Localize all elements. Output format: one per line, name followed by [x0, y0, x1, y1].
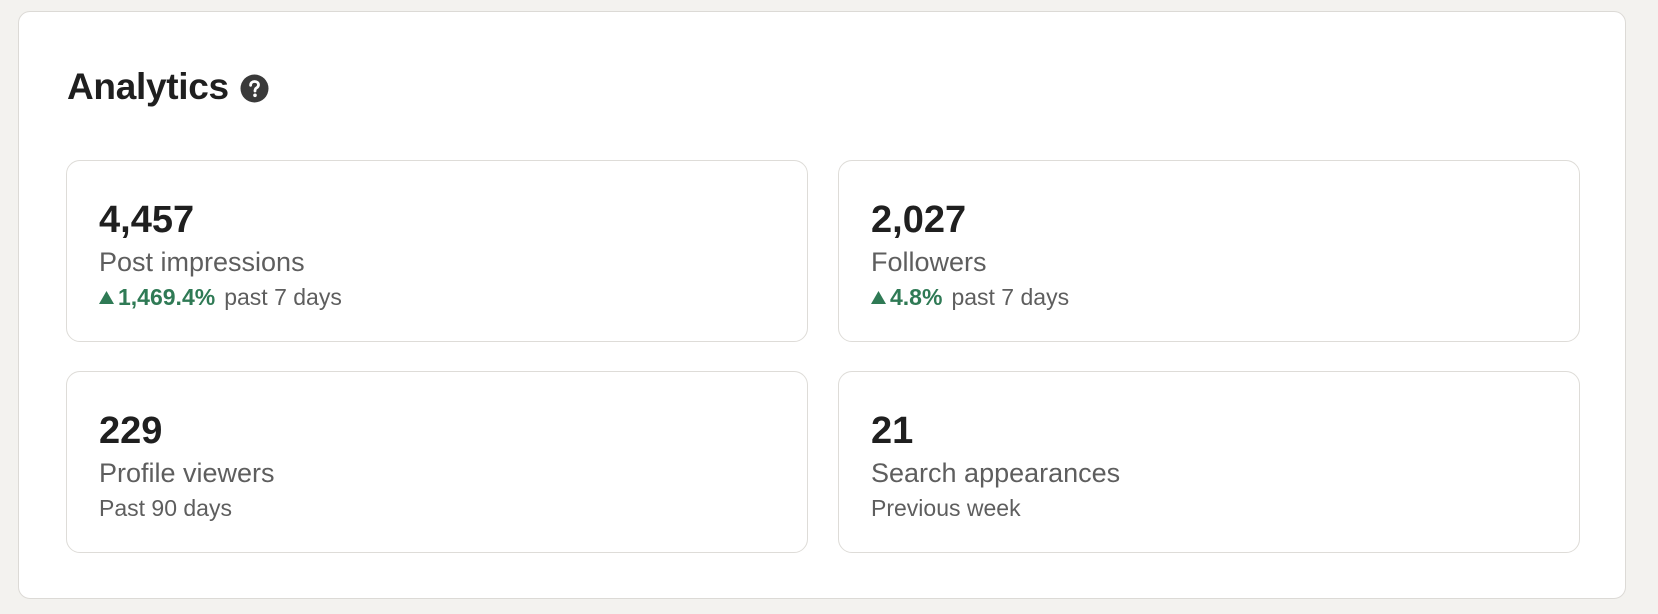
trend-value: 1,469.4%: [118, 284, 216, 310]
stat-period: past 7 days: [224, 284, 342, 310]
stat-subtext: Past 90 days: [99, 493, 232, 523]
stat-value: 2,027: [871, 199, 967, 241]
stat-value: 229: [99, 410, 163, 452]
trend-value: 4.8%: [890, 284, 943, 310]
stat-value: 4,457: [99, 199, 195, 241]
triangle-up-icon: [871, 290, 886, 304]
stat-label: Post impressions: [99, 247, 305, 277]
card-profile-viewers[interactable]: 229 Profile viewers Past 90 days: [66, 371, 808, 553]
card-search-appearances[interactable]: 21 Search appearances Previous week: [838, 371, 1580, 553]
card-post-impressions[interactable]: 4,457 Post impressions 1,469.4% past 7 d…: [66, 160, 808, 342]
stat-period: Past 90 days: [99, 495, 232, 521]
stat-label: Followers: [871, 247, 987, 277]
help-icon[interactable]: [240, 74, 269, 103]
stat-period: past 7 days: [951, 284, 1070, 310]
card-followers[interactable]: 2,027 Followers 4.8% past 7 days: [838, 160, 1580, 342]
trend-indicator: 1,469.4%: [99, 282, 215, 312]
stat-subtext: 4.8% past 7 days: [871, 282, 1069, 312]
stat-label: Profile viewers: [99, 458, 275, 488]
stat-value: 21: [871, 410, 914, 452]
analytics-panel: Analytics 4,457 Post impressions 1,469.4…: [18, 11, 1626, 599]
triangle-up-icon: [99, 290, 114, 304]
stat-subtext: 1,469.4% past 7 days: [99, 282, 342, 312]
stat-label: Search appearances: [871, 458, 1121, 488]
page: Analytics 4,457 Post impressions 1,469.4…: [0, 0, 1658, 614]
section-title: Analytics: [67, 66, 229, 107]
analytics-header: Analytics: [67, 62, 269, 112]
stat-subtext: Previous week: [871, 493, 1021, 523]
stat-period: Previous week: [871, 495, 1021, 521]
trend-indicator: 4.8%: [871, 282, 942, 312]
